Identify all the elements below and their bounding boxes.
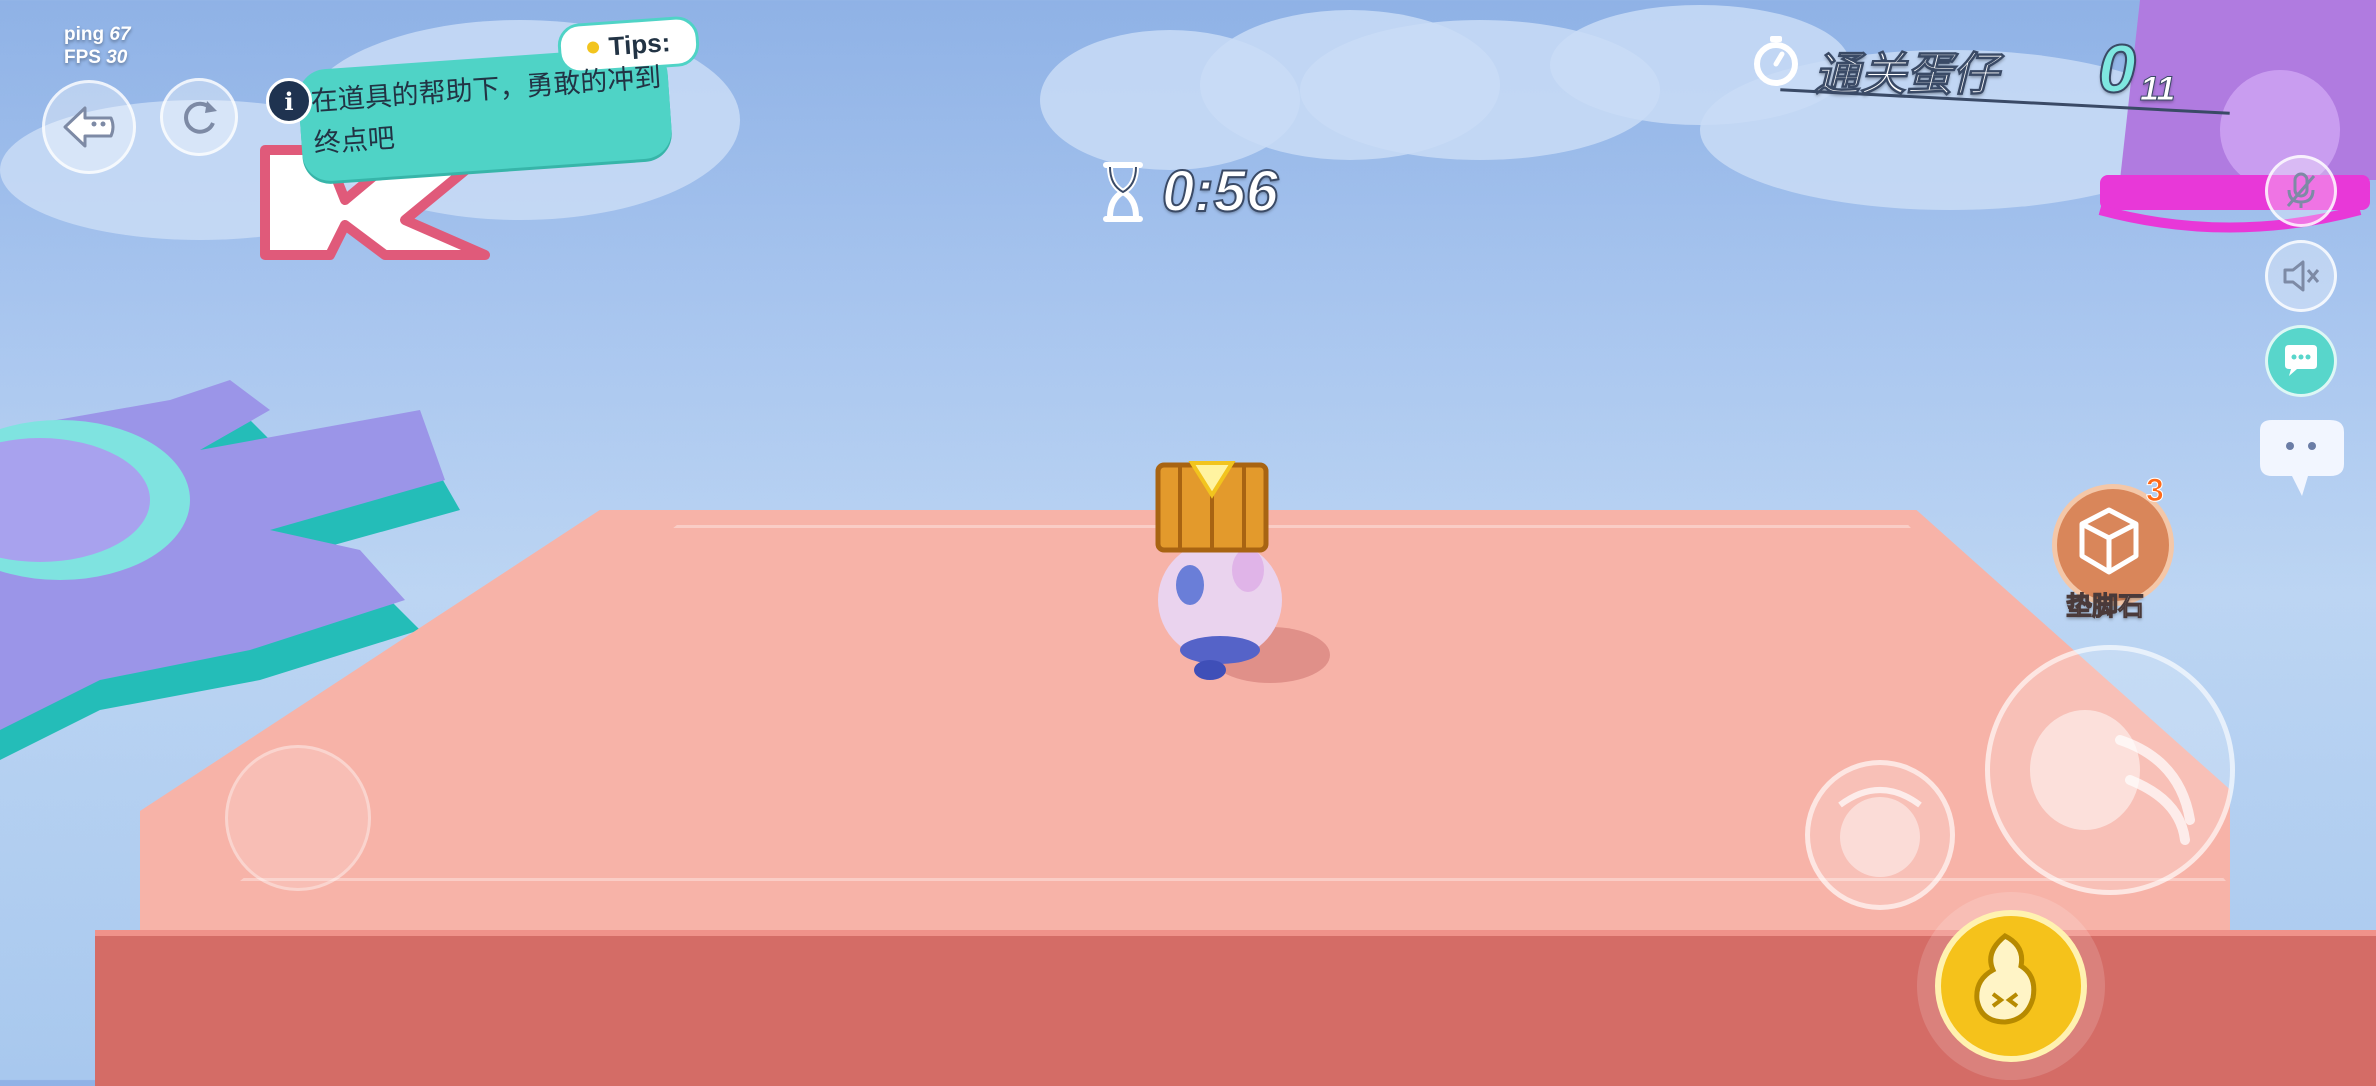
tips-tag-dot — [586, 41, 600, 54]
exit-icon — [63, 106, 115, 148]
exit-button[interactable] — [42, 80, 136, 174]
fps-readout: FPS 30 — [64, 47, 127, 69]
roll-button[interactable] — [1805, 760, 1955, 910]
ping-readout: ping 67 — [64, 24, 131, 46]
speaker-muted-icon — [2283, 260, 2320, 292]
jump-button[interactable] — [1935, 910, 2087, 1062]
dash-button[interactable] — [1985, 645, 2235, 895]
timer-value: 0:56 — [1161, 158, 1279, 225]
ping-label: ping — [64, 24, 105, 45]
stopwatch-icon — [1754, 36, 1798, 86]
microphone-button[interactable] — [2265, 155, 2337, 227]
reset-button[interactable] — [160, 78, 238, 156]
item-slot[interactable]: 3 垫脚石 — [2048, 472, 2178, 622]
roll-icon — [1838, 787, 1922, 877]
hourglass-icon — [1103, 161, 1143, 222]
jump-icon — [1974, 933, 2037, 1025]
ping-value: 67 — [109, 24, 131, 45]
fps-label: FPS — [64, 47, 101, 68]
item-name: 垫脚石 — [2065, 591, 2145, 622]
chat-icon — [2285, 345, 2317, 376]
stepping-stone-icon — [2079, 507, 2139, 575]
goal-count: 0 — [2097, 30, 2137, 108]
timer: 0:56 — [1098, 158, 1279, 225]
player-character — [1120, 445, 1350, 705]
info-icon: i — [266, 78, 312, 124]
movement-joystick[interactable] — [225, 745, 371, 891]
dash-icon — [2030, 710, 2195, 845]
microphone-icon — [2286, 172, 2316, 208]
item-count: 3 — [2146, 472, 2165, 509]
chat-button[interactable] — [2265, 325, 2337, 397]
emote-button[interactable] — [2250, 418, 2350, 508]
goal-total: 11 — [2139, 70, 2176, 109]
refresh-icon — [184, 101, 217, 134]
goal-panel: 通关蛋仔 0 11 — [1750, 30, 2230, 130]
fps-value: 30 — [106, 47, 128, 68]
speaker-mute-button[interactable] — [2265, 240, 2337, 312]
emote-bubble-icon — [2260, 420, 2344, 496]
